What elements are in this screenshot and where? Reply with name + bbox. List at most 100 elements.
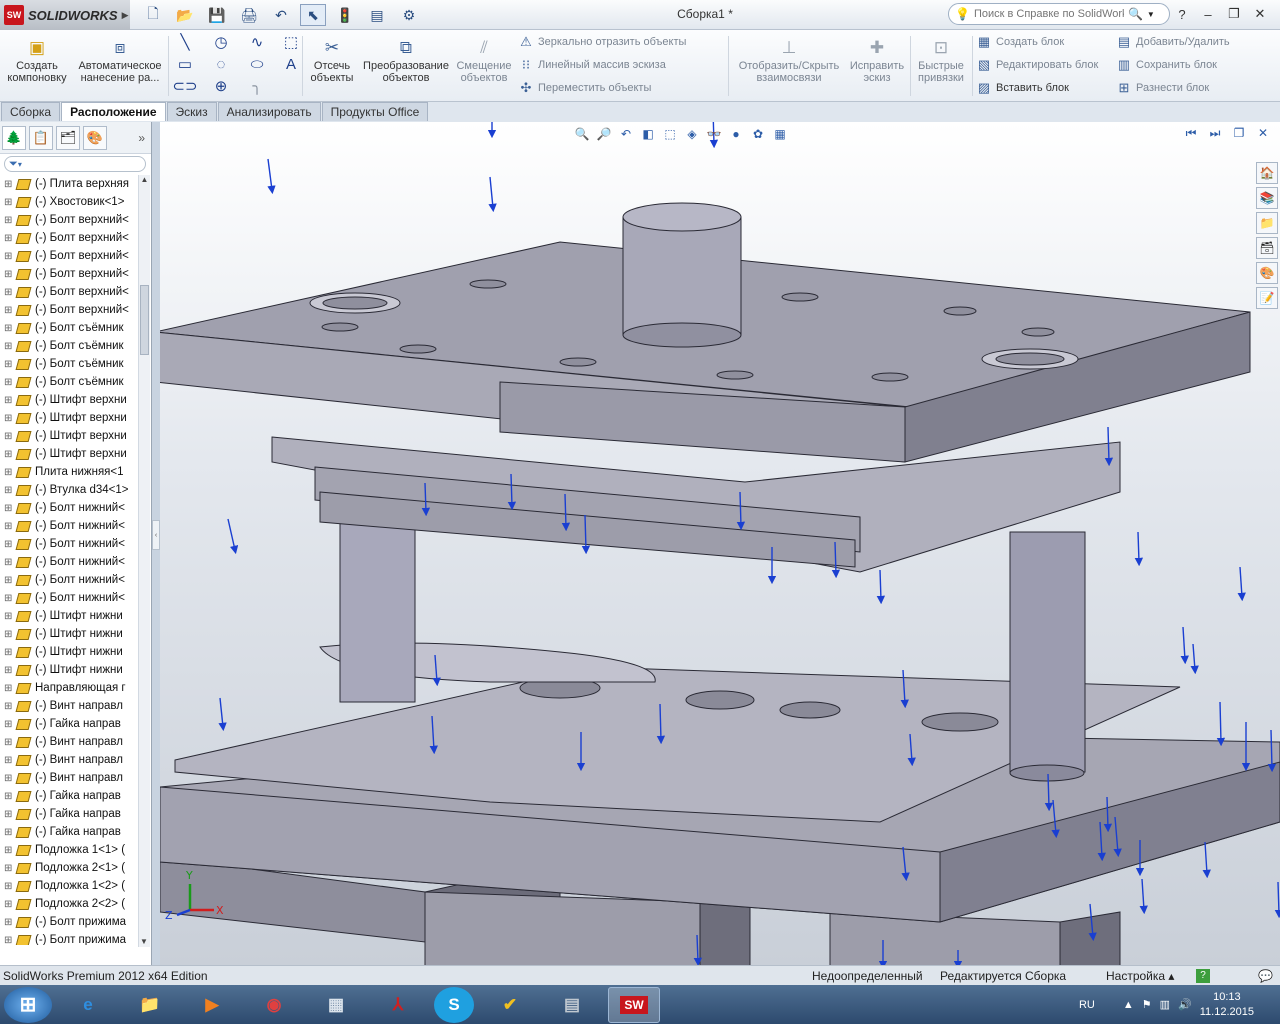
expand-icon[interactable]: ⊞ — [4, 305, 14, 316]
tree-item[interactable]: ⊞ (-) Болт съёмник — [0, 355, 138, 373]
customize-menu[interactable]: Настройка ▴ — [1106, 969, 1174, 983]
spline-tool-icon[interactable]: ∿ — [244, 32, 270, 52]
tree-item[interactable]: ⊞ Направляющая г — [0, 679, 138, 697]
print-button[interactable]: 🖨 — [236, 4, 262, 26]
expand-icon[interactable]: ⊞ — [4, 521, 14, 532]
offset-button[interactable]: ⫽ Смещение объектов — [454, 36, 514, 84]
tree-item[interactable]: ⊞ (-) Винт направл — [0, 733, 138, 751]
tree-item[interactable]: ⊞ (-) Гайка направ — [0, 823, 138, 841]
tree-item[interactable]: ⊞ (-) Болт прижима — [0, 913, 138, 931]
add-remove-button[interactable]: ▤ Добавить/Удалить — [1116, 32, 1230, 52]
expand-icon[interactable]: ⊞ — [4, 323, 14, 334]
expand-icon[interactable]: ⊞ — [4, 773, 14, 784]
close-button[interactable]: ✕ — [1250, 4, 1270, 24]
file-explorer-taskbar-icon[interactable]: 📁 — [124, 987, 176, 1023]
trim-button[interactable]: ✂ Отсечь объекты — [304, 36, 360, 84]
custom-properties-icon[interactable]: 📝 — [1256, 287, 1278, 309]
tree-item[interactable]: ⊞ Плита нижняя<1 — [0, 463, 138, 481]
solidworks-taskbar-icon[interactable]: SW — [608, 986, 660, 1023]
solidworks-logo[interactable]: SW SOLIDWORKS ▶ — [0, 0, 130, 30]
zoom-to-fit-icon[interactable]: 🔍 — [573, 125, 591, 143]
point-grid-icon[interactable]: ⬚ — [278, 32, 304, 52]
tree-filter[interactable]: ⏷ ▾ — [0, 154, 151, 174]
repair-sketch-button[interactable]: ✚ Исправить эскиз — [848, 36, 906, 84]
acrobat-icon[interactable]: ⅄ — [372, 987, 424, 1023]
scroll-up-icon[interactable]: ▲ — [139, 175, 150, 185]
mirror-button[interactable]: ⚠ Зеркально отразить объекты — [518, 32, 686, 52]
graphics-area[interactable]: Y X Z 🔍 🔎 ↶ ◧ ⬚ ◈ 👓 ● ✿ ▦ ⏮ ⏭ ❐ ✕ 🏠 📚 📁 … — [160, 122, 1280, 965]
tree-item[interactable]: ⊞ (-) Болт съёмник — [0, 319, 138, 337]
view-settings-icon[interactable]: ▦ — [771, 125, 789, 143]
minimize-button[interactable]: – — [1198, 4, 1218, 24]
file-explorer-icon[interactable]: 📁 — [1256, 212, 1278, 234]
help-search-input[interactable] — [973, 8, 1124, 20]
tree-item[interactable]: ⊞ (-) Штифт нижни — [0, 643, 138, 661]
expand-icon[interactable]: ⊞ — [4, 935, 14, 946]
tree-item[interactable]: ⊞ (-) Болт верхний< — [0, 265, 138, 283]
assembly-model[interactable]: Y X Z — [160, 122, 1280, 965]
expand-icon[interactable]: ⊞ — [4, 629, 14, 640]
apply-scene-icon[interactable]: ✿ — [749, 125, 767, 143]
tree-item[interactable]: ⊞ (-) Болт нижний< — [0, 517, 138, 535]
expand-icon[interactable]: ⊞ — [4, 665, 14, 676]
tab-4[interactable]: Продукты Office — [321, 102, 429, 121]
previous-view-icon[interactable]: ↶ — [617, 125, 635, 143]
tree-item[interactable]: ⊞ (-) Болт нижний< — [0, 499, 138, 517]
appearances-icon[interactable]: 🎨 — [1256, 262, 1278, 284]
expand-icon[interactable]: ⊞ — [4, 377, 14, 388]
configuration-manager-tab[interactable]: 🗂 — [56, 125, 80, 150]
tree-item[interactable]: ⊞ (-) Винт направл — [0, 769, 138, 787]
menu-arrow-icon[interactable]: ▶ — [122, 10, 129, 21]
tree-item[interactable]: ⊞ (-) Хвостовик<1> — [0, 193, 138, 211]
expand-icon[interactable]: ⊞ — [4, 557, 14, 568]
tree-item[interactable]: ⊞ (-) Болт верхний< — [0, 247, 138, 265]
fillet-tool-icon[interactable]: ╮ — [244, 76, 270, 96]
viewport-forward-icon[interactable]: ⏭ — [1206, 124, 1224, 142]
edit-block-button[interactable]: ▧ Редактировать блок — [976, 55, 1098, 75]
expand-icon[interactable]: ⊞ — [4, 791, 14, 802]
tab-2[interactable]: Эскиз — [166, 102, 217, 121]
tree-item[interactable]: ⊞ (-) Болт верхний< — [0, 211, 138, 229]
expand-icon[interactable]: ⊞ — [4, 899, 14, 910]
help-menu-button[interactable]: ? — [1172, 4, 1192, 24]
rebuild-button[interactable]: 🚦 — [332, 4, 358, 26]
tree-item[interactable]: ⊞ (-) Болт верхний< — [0, 301, 138, 319]
linear-pattern-button[interactable]: ⁝⁝ Линейный массив эскиза — [518, 55, 666, 75]
expand-icon[interactable]: ⊞ — [4, 395, 14, 406]
convert-entities-button[interactable]: ⧉ Преобразование объектов — [362, 36, 450, 84]
expand-icon[interactable]: ⊞ — [4, 485, 14, 496]
expand-icon[interactable]: ⊞ — [4, 197, 14, 208]
expand-icon[interactable]: ⊞ — [4, 341, 14, 352]
start-button[interactable]: ⊞ — [4, 986, 52, 1023]
expand-icon[interactable]: ⊞ — [4, 881, 14, 892]
create-block-button[interactable]: ▦ Создать блок — [976, 32, 1064, 52]
tray-expand-icon[interactable]: ▲ — [1123, 999, 1134, 1011]
tab-3[interactable]: Анализировать — [217, 102, 321, 121]
chevron-down-icon[interactable]: ▼ — [1147, 10, 1155, 19]
tree-item[interactable]: ⊞ (-) Болт нижний< — [0, 589, 138, 607]
arc-tool-icon[interactable]: ◌ — [208, 54, 234, 74]
show-hide-relations-button[interactable]: ⊥ Отобразить/Скрыть взаимосвязи — [734, 36, 844, 84]
tree-item[interactable]: ⊞ (-) Гайка направ — [0, 715, 138, 733]
tree-item[interactable]: ⊞ (-) Винт направл — [0, 697, 138, 715]
hide-show-items-icon[interactable]: 👓 — [705, 125, 723, 143]
expand-icon[interactable]: ⊞ — [4, 683, 14, 694]
new-document-button[interactable]: 🗋 — [140, 4, 166, 26]
expand-icon[interactable]: ⊞ — [4, 611, 14, 622]
expand-icon[interactable]: ⊞ — [4, 269, 14, 280]
insert-block-button[interactable]: ▨ Вставить блок — [976, 78, 1069, 98]
expand-icon[interactable]: ⊞ — [4, 503, 14, 514]
expand-icon[interactable]: ⊞ — [4, 215, 14, 226]
expand-icon[interactable]: ⊞ — [4, 809, 14, 820]
expand-icon[interactable]: ⊞ — [4, 251, 14, 262]
tab-0[interactable]: Сборка — [1, 102, 61, 121]
expand-icon[interactable]: ⊞ — [4, 359, 14, 370]
design-library-icon[interactable]: 📚 — [1256, 187, 1278, 209]
tree-item[interactable]: ⊞ Подложка 1<2> ( — [0, 877, 138, 895]
expand-icon[interactable]: ⊞ — [4, 701, 14, 712]
tree-item[interactable]: ⊞ (-) Болт съёмник — [0, 337, 138, 355]
expand-icon[interactable]: ⊞ — [4, 719, 14, 730]
tree-item[interactable]: ⊞ (-) Плита верхняя — [0, 175, 138, 193]
display-style-icon[interactable]: ◈ — [683, 125, 701, 143]
action-center-icon[interactable]: ⚑ — [1142, 998, 1152, 1011]
